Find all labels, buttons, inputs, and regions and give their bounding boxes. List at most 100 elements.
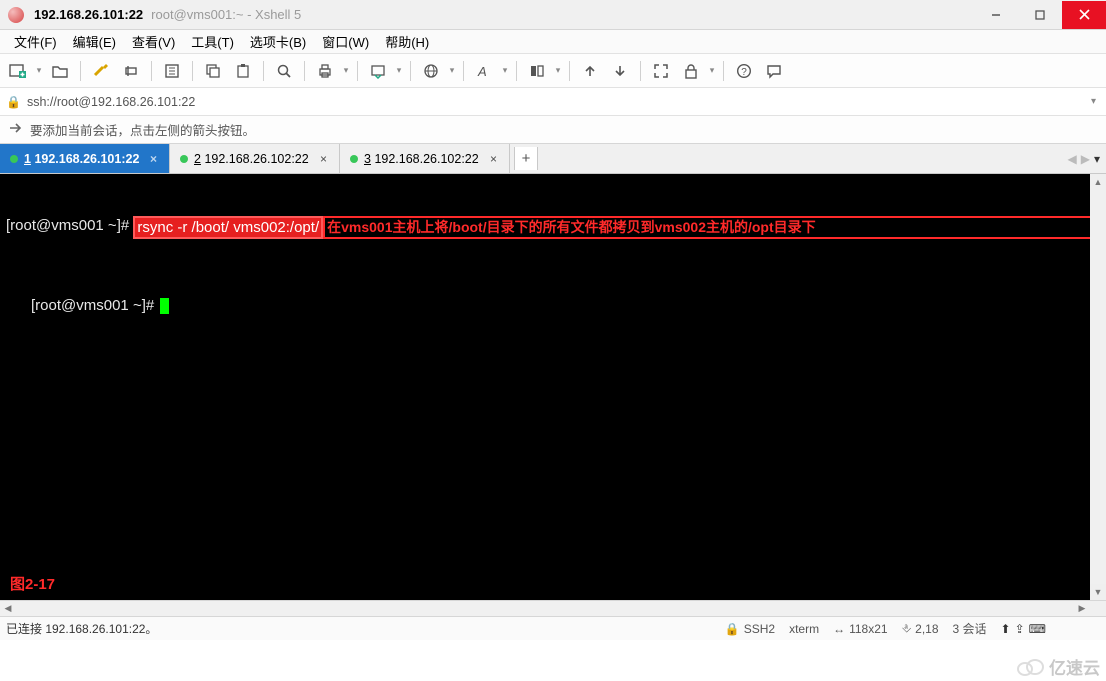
vertical-scrollbar[interactable]: ▲ ▼ bbox=[1090, 174, 1106, 600]
watermark: 亿速云 bbox=[1015, 654, 1100, 679]
chat-icon[interactable] bbox=[760, 58, 788, 84]
menu-edit[interactable]: 编辑(E) bbox=[65, 30, 124, 53]
language-icon[interactable] bbox=[417, 58, 445, 84]
toolbar-separator bbox=[263, 61, 264, 81]
colorscheme-icon[interactable] bbox=[523, 58, 551, 84]
toolbar-separator bbox=[80, 61, 81, 81]
find-icon[interactable] bbox=[270, 58, 298, 84]
tab-label: 192.168.26.101:22 bbox=[34, 152, 139, 166]
menu-tools[interactable]: 工具(T) bbox=[183, 30, 242, 53]
figure-label: 图2-17 bbox=[10, 575, 55, 594]
size-icon: ↔ bbox=[833, 622, 845, 636]
status-bar: 已连接 192.168.26.101:22。 🔒SSH2 xterm ↔ 118… bbox=[0, 616, 1106, 640]
scroll-up-icon[interactable]: ▲ bbox=[1090, 174, 1106, 190]
terminal-area[interactable]: [root@vms001 ~]# rsync -r /boot/ vms002:… bbox=[0, 174, 1106, 600]
status-dot-icon bbox=[350, 155, 358, 163]
tab-3[interactable]: 3 192.168.26.102:22 × bbox=[340, 144, 510, 173]
fullscreen-icon[interactable] bbox=[647, 58, 675, 84]
prompt-line-1: [root@vms001 ~]# bbox=[6, 216, 133, 239]
status-protocol: SSH2 bbox=[744, 622, 775, 636]
prompt-line-2: [root@vms001 ~]# bbox=[31, 297, 158, 314]
scroll-right-icon[interactable]: ▶ bbox=[1074, 601, 1090, 616]
status-sessions: 3 会话 bbox=[953, 620, 987, 637]
indicator-num-icon: ⌨ bbox=[1029, 622, 1046, 636]
horizontal-scrollbar[interactable]: ◀ ▶ bbox=[0, 600, 1106, 616]
tab-close-button[interactable]: × bbox=[318, 152, 329, 166]
tab-number: 2 bbox=[194, 152, 201, 166]
menu-window[interactable]: 窗口(W) bbox=[314, 30, 377, 53]
menu-help[interactable]: 帮助(H) bbox=[377, 30, 437, 53]
toolbar-separator bbox=[151, 61, 152, 81]
help-icon[interactable]: ? bbox=[730, 58, 758, 84]
status-termtype: xterm bbox=[789, 622, 819, 636]
font-icon[interactable]: A bbox=[470, 58, 498, 84]
annotation-box: 在vms001主机上将/boot/目录下的所有文件都拷贝到vms002主机的/o… bbox=[323, 216, 1100, 239]
toolbar-separator bbox=[304, 61, 305, 81]
terminal-content: [root@vms001 ~]# rsync -r /boot/ vms002:… bbox=[0, 174, 1106, 395]
info-bar: 要添加当前会话，点击左侧的箭头按钮。 bbox=[0, 116, 1106, 144]
upload-icon[interactable] bbox=[576, 58, 604, 84]
title-session: root@vms001:~ - Xshell 5 bbox=[151, 7, 301, 22]
status-connection: 已连接 192.168.26.101:22。 bbox=[6, 620, 711, 637]
xftp-icon[interactable] bbox=[364, 58, 392, 84]
toolbar-separator bbox=[192, 61, 193, 81]
lock-icon[interactable] bbox=[677, 58, 705, 84]
print-dropdown[interactable]: ▾ bbox=[341, 65, 351, 76]
toolbar-separator bbox=[463, 61, 464, 81]
menu-file[interactable]: 文件(F) bbox=[6, 30, 65, 53]
toolbar: ▾ ▾ ▾ ▾ A ▾ ▾ ▾ ? bbox=[0, 54, 1106, 88]
title-bar: 192.168.26.101:22 root@vms001:~ - Xshell… bbox=[0, 0, 1106, 30]
watermark-text: 亿速云 bbox=[1049, 654, 1100, 679]
copy-icon[interactable] bbox=[199, 58, 227, 84]
close-button[interactable] bbox=[1062, 1, 1106, 29]
scroll-left-icon[interactable]: ◀ bbox=[0, 601, 16, 616]
tab-label: 192.168.26.102:22 bbox=[374, 152, 478, 166]
command-highlight: rsync -r /boot/ vms002:/opt/ bbox=[133, 216, 323, 239]
font-dropdown[interactable]: ▾ bbox=[500, 65, 510, 76]
tab-1[interactable]: 1 192.168.26.101:22 × bbox=[0, 144, 170, 173]
download-icon[interactable] bbox=[606, 58, 634, 84]
menu-view[interactable]: 查看(V) bbox=[124, 30, 183, 53]
scroll-corner bbox=[1090, 601, 1106, 616]
new-session-icon[interactable] bbox=[4, 58, 32, 84]
toolbar-separator bbox=[410, 61, 411, 81]
scroll-down-icon[interactable]: ▼ bbox=[1090, 584, 1106, 600]
open-session-icon[interactable] bbox=[46, 58, 74, 84]
language-dropdown[interactable]: ▾ bbox=[447, 65, 457, 76]
lock-dropdown[interactable]: ▾ bbox=[707, 65, 717, 76]
xftp-dropdown[interactable]: ▾ bbox=[394, 65, 404, 76]
maximize-button[interactable] bbox=[1018, 1, 1062, 29]
tab-strip: 1 192.168.26.101:22 × 2 192.168.26.102:2… bbox=[0, 144, 1106, 174]
properties-icon[interactable] bbox=[158, 58, 186, 84]
window-controls bbox=[974, 1, 1106, 29]
scroll-track[interactable] bbox=[1090, 190, 1106, 584]
tab-list-dropdown[interactable]: ▾ bbox=[1094, 152, 1100, 166]
address-text[interactable]: ssh://root@192.168.26.101:22 bbox=[27, 95, 1087, 109]
tab-prev-icon[interactable]: ◀ bbox=[1068, 152, 1077, 166]
paste-icon[interactable] bbox=[229, 58, 257, 84]
status-dot-icon bbox=[10, 155, 18, 163]
print-icon[interactable] bbox=[311, 58, 339, 84]
tab-2[interactable]: 2 192.168.26.102:22 × bbox=[170, 144, 340, 173]
new-session-dropdown[interactable]: ▾ bbox=[34, 65, 44, 76]
menu-tab[interactable]: 选项卡(B) bbox=[242, 30, 314, 53]
tab-next-icon[interactable]: ▶ bbox=[1081, 152, 1090, 166]
tab-close-button[interactable]: × bbox=[148, 152, 159, 166]
add-session-arrow-icon[interactable] bbox=[8, 121, 24, 138]
minimize-button[interactable] bbox=[974, 1, 1018, 29]
address-bar: 🔒 ssh://root@192.168.26.101:22 ▾ bbox=[0, 88, 1106, 116]
toolbar-separator bbox=[723, 61, 724, 81]
toolbar-separator bbox=[357, 61, 358, 81]
address-dropdown[interactable]: ▾ bbox=[1087, 96, 1100, 107]
app-icon bbox=[8, 7, 24, 23]
colorscheme-dropdown[interactable]: ▾ bbox=[553, 65, 563, 76]
tab-number: 1 bbox=[24, 152, 31, 166]
tab-close-button[interactable]: × bbox=[488, 152, 499, 166]
info-text: 要添加当前会话，点击左侧的箭头按钮。 bbox=[30, 120, 255, 139]
disconnect-icon[interactable] bbox=[117, 58, 145, 84]
svg-text:A: A bbox=[477, 64, 487, 79]
new-tab-button[interactable]: + bbox=[514, 147, 538, 170]
scroll-track[interactable] bbox=[16, 601, 1074, 616]
tab-nav: ◀ ▶ ▾ bbox=[1068, 144, 1106, 173]
reconnect-icon[interactable] bbox=[87, 58, 115, 84]
